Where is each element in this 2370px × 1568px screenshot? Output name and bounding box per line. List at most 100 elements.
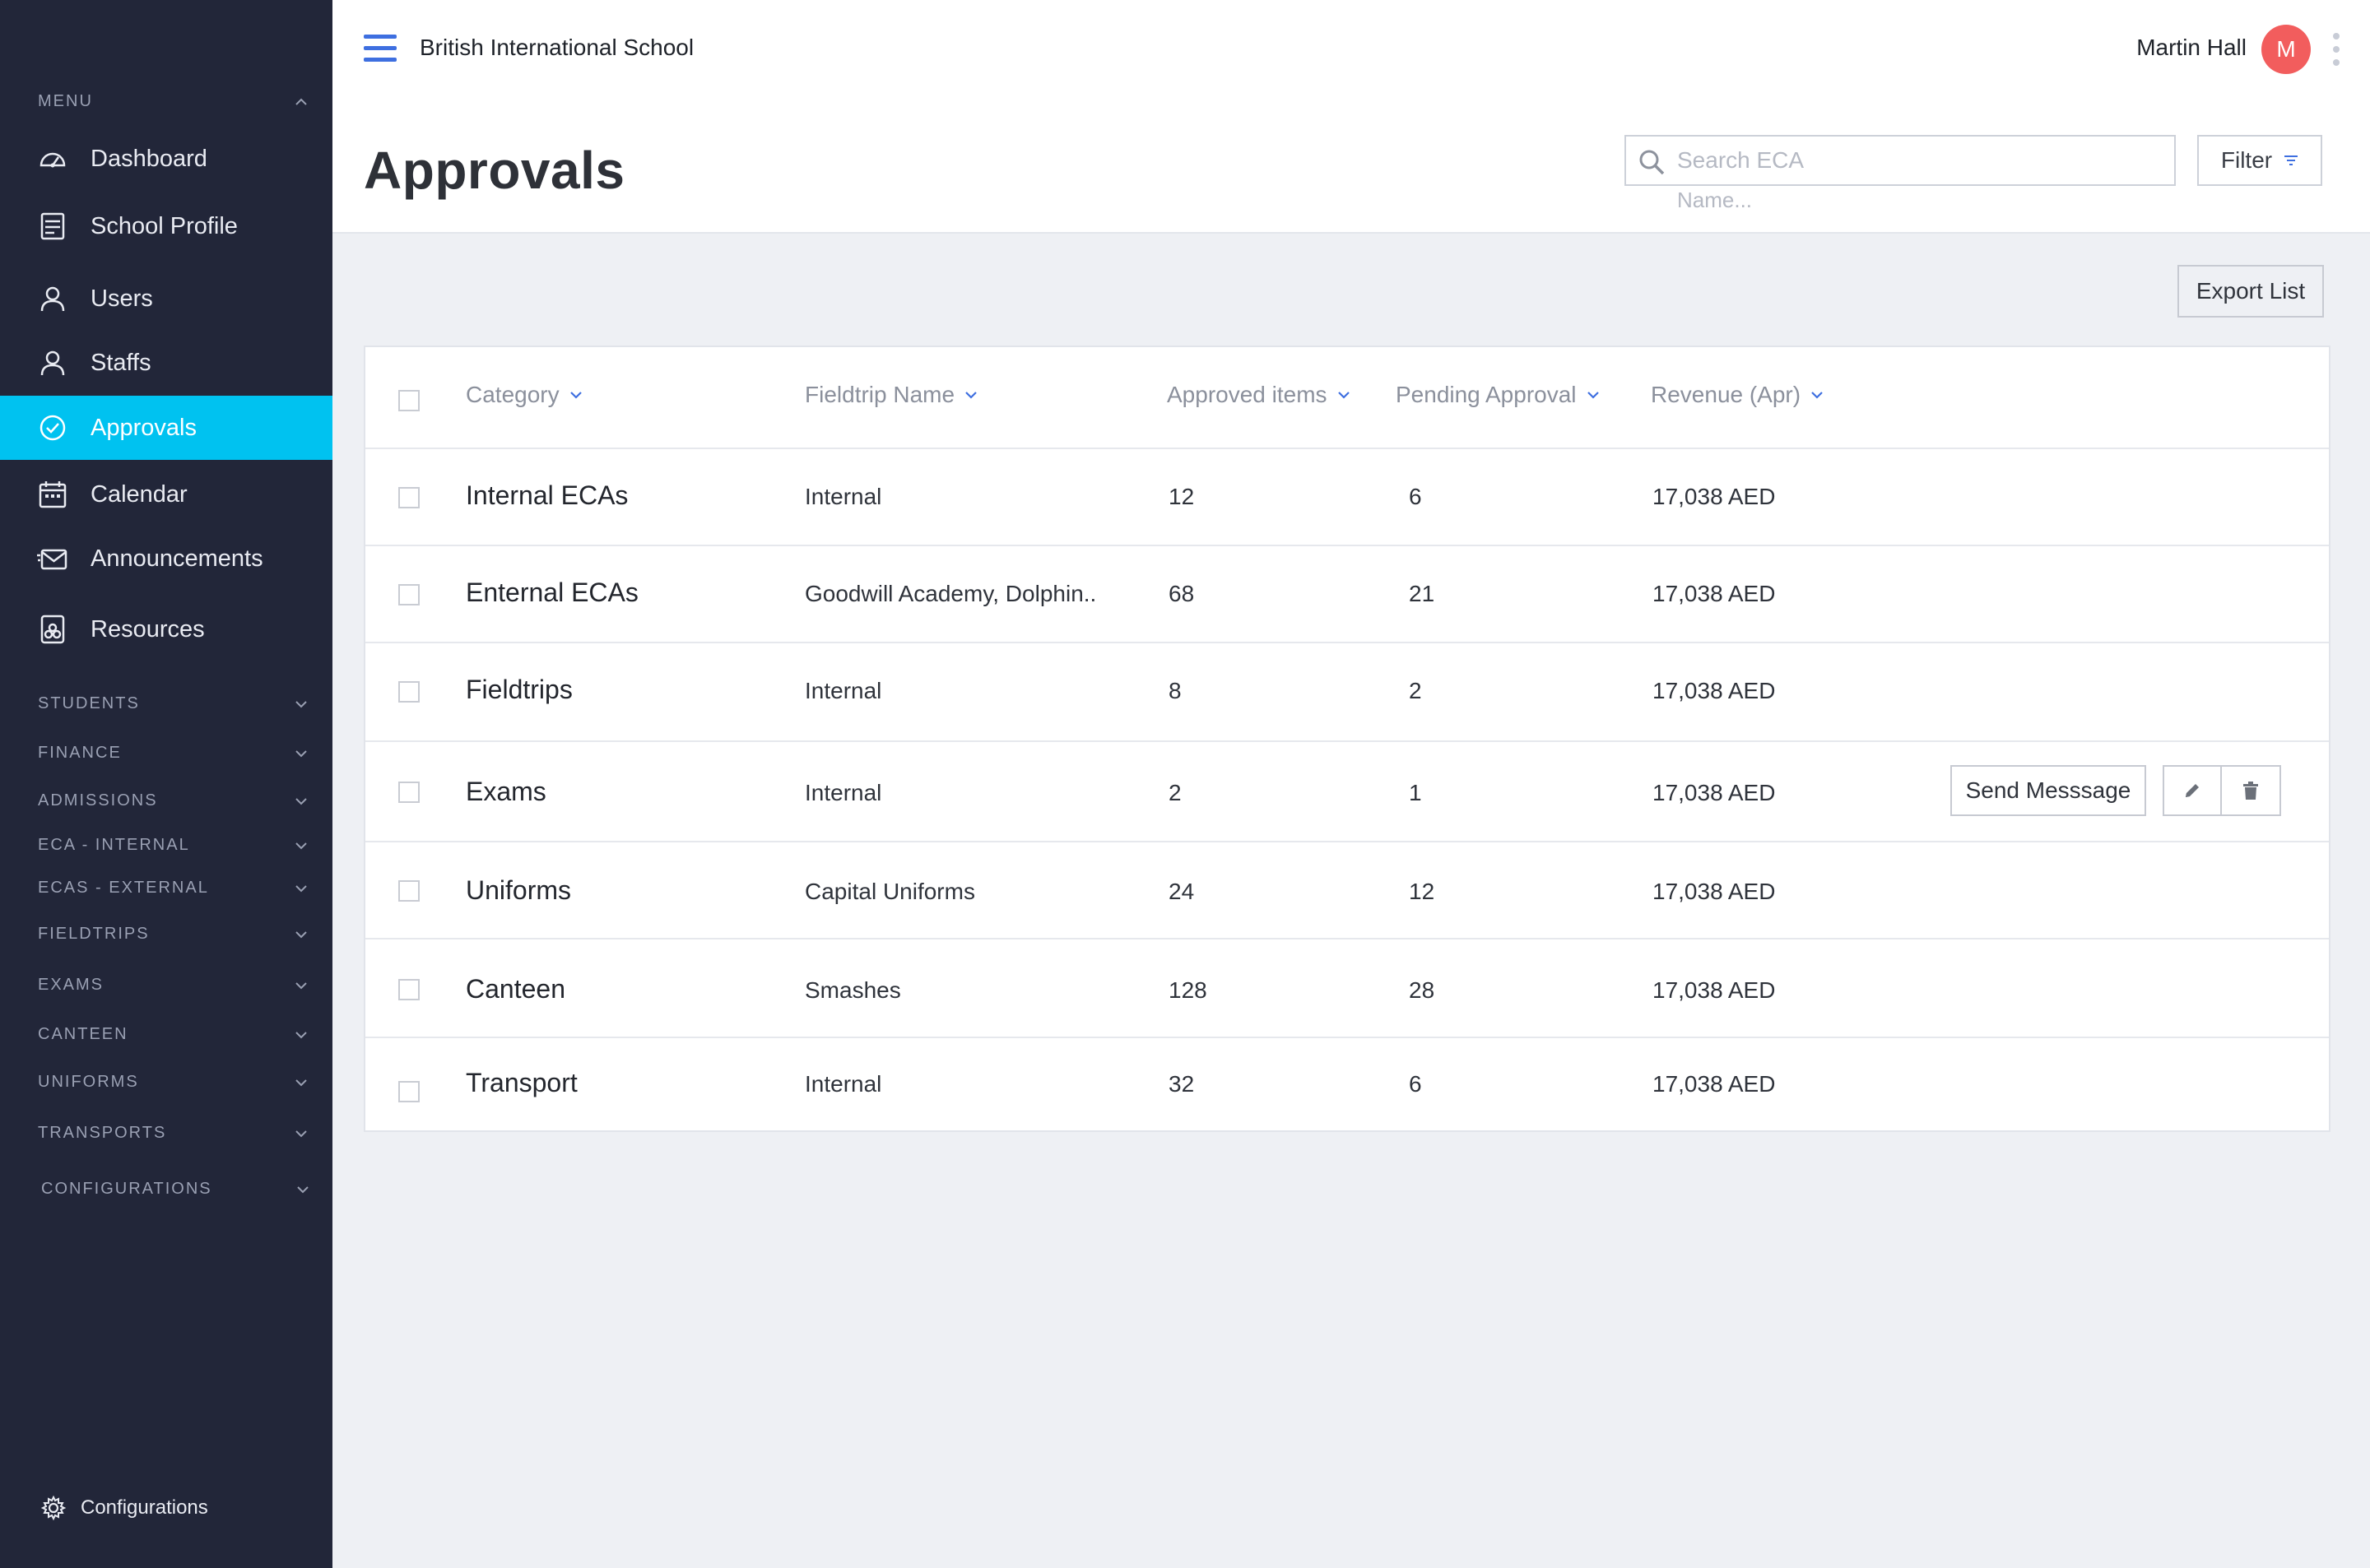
section-label: ECA - INTERNAL [38,836,190,854]
sidebar-item-calendar[interactable]: Calendar [0,462,332,527]
row-checkbox[interactable] [398,1081,420,1102]
section-label: FIELDTRIPS [38,925,150,943]
search-box[interactable] [1624,135,2176,186]
section-label: UNIFORMS [38,1073,139,1091]
column-header-revenue[interactable]: Revenue (Apr) [1651,382,1824,408]
row-checkbox[interactable] [398,681,420,703]
sidebar-item-approvals[interactable]: Approvals [0,396,332,460]
table-row[interactable]: Transport Internal 32 6 17,038 AED [365,1038,2329,1132]
section-fieldtrips[interactable]: FIELDTRIPS [38,925,308,944]
approved-cell: 32 [1169,1071,1195,1097]
sidebar-item-staffs[interactable]: Staffs [0,331,332,395]
table-row[interactable]: Fieldtrips Internal 8 2 17,038 AED [365,643,2329,742]
calendar-icon [36,478,69,511]
column-header-approved-items[interactable]: Approved items [1167,382,1350,408]
row-checkbox[interactable] [398,782,420,803]
select-all-checkbox[interactable] [398,390,420,411]
sidebar-item-dashboard[interactable]: Dashboard [0,127,332,191]
avatar[interactable]: M [2261,25,2311,74]
revenue-cell: 17,038 AED [1652,1071,1776,1097]
section-uniforms[interactable]: UNIFORMS [38,1073,308,1092]
section-transports[interactable]: TRANSPORTS [38,1124,308,1143]
delete-button[interactable] [2222,765,2281,816]
pending-cell: 6 [1409,484,1422,509]
row-checkbox[interactable] [398,584,420,605]
section-configurations[interactable]: CONFIGURATIONS [41,1180,309,1199]
column-header-category[interactable]: Category [466,382,583,408]
chevron-down-icon [295,884,307,892]
fieldtrip-cell: Smashes [805,977,901,1003]
section-exams[interactable]: EXAMS [38,976,308,995]
sidebar-item-label: Announcements [91,545,263,572]
fieldtrip-cell: Capital Uniforms [805,879,975,904]
table-row[interactable]: Uniforms Capital Uniforms 24 12 17,038 A… [365,842,2329,939]
approvals-table: Category Fieldtrip Name Approved items P… [364,346,2330,1132]
chevron-down-icon [297,1185,309,1193]
section-admissions[interactable]: ADMISSIONS [38,791,308,810]
sidebar-item-label: Approvals [91,414,197,441]
menu-section-header[interactable]: MENU [38,92,308,111]
footer-label: Configurations [81,1496,208,1519]
approved-cell: 8 [1169,678,1182,703]
send-message-button[interactable]: Send Messsage [1950,765,2146,816]
more-options-icon[interactable] [2332,33,2340,71]
hamburger-menu-icon[interactable] [364,35,398,64]
filter-button[interactable]: Filter [2197,135,2322,186]
sidebar: MENU Dashboard School Profile Users Staf… [0,0,332,1568]
category-cell: Transport [466,1068,578,1097]
table-row[interactable]: Enternal ECAs Goodwill Academy, Dolphin.… [365,546,2329,643]
user-icon [36,346,69,379]
sidebar-item-announcements[interactable]: Announcements [0,527,332,591]
section-label: TRANSPORTS [38,1124,167,1142]
chevron-down-icon [295,930,307,938]
row-checkbox[interactable] [398,880,420,902]
fieldtrip-cell: Goodwill Academy, Dolphin.. [805,581,1097,606]
fieldtrip-cell: Internal [805,484,882,509]
pending-cell: 6 [1409,1071,1422,1097]
chevron-down-icon [295,1079,307,1086]
category-cell: Exams [466,777,546,806]
column-header-fieldtrip-name[interactable]: Fieldtrip Name [805,382,978,408]
chevron-down-icon [295,700,307,707]
section-eca-internal[interactable]: ECA - INTERNAL [38,836,308,855]
section-finance[interactable]: FINANCE [38,744,308,763]
menu-section-label: MENU [38,92,93,110]
section-label: ECAS - EXTERNAL [38,879,209,897]
user-name[interactable]: Martin Hall [2136,35,2247,61]
table-row[interactable]: Exams Internal 2 1 17,038 AED Send Messs… [365,742,2329,842]
revenue-cell: 17,038 AED [1652,977,1776,1003]
resources-icon [36,613,69,646]
section-canteen[interactable]: CANTEEN [38,1025,308,1044]
sidebar-item-users[interactable]: Users [0,267,332,331]
filter-icon [2284,155,2298,165]
chevron-down-icon [295,797,307,805]
search-input[interactable] [1677,137,2163,184]
fieldtrip-cell: Internal [805,780,882,805]
revenue-cell: 17,038 AED [1652,678,1776,703]
sidebar-item-label: School Profile [91,212,238,239]
pending-cell: 28 [1409,977,1435,1003]
row-checkbox[interactable] [398,979,420,1000]
edit-button[interactable] [2163,765,2222,816]
section-students[interactable]: STUDENTS [38,694,308,713]
section-label: CONFIGURATIONS [41,1180,212,1198]
column-header-label: Category [466,382,560,407]
pending-cell: 2 [1409,678,1422,703]
section-label: EXAMS [38,976,105,994]
table-row[interactable]: Canteen Smashes 128 28 17,038 AED [365,939,2329,1038]
revenue-cell: 17,038 AED [1652,780,1776,805]
sidebar-item-resources[interactable]: Resources [0,597,332,661]
footer-configurations-link[interactable]: Configurations [40,1494,208,1522]
user-icon [36,282,69,315]
section-ecas-external[interactable]: ECAS - EXTERNAL [38,879,308,898]
column-header-pending-approval[interactable]: Pending Approval [1396,382,1600,408]
chevron-down-icon [295,981,307,989]
sidebar-item-school-profile[interactable]: School Profile [0,194,332,258]
section-label: ADMISSIONS [38,791,158,810]
row-checkbox[interactable] [398,487,420,508]
export-list-button[interactable]: Export List [2177,265,2324,318]
category-cell: Internal ECAs [466,480,629,510]
dashboard-icon [36,142,69,175]
page-title: Approvals [364,141,625,200]
table-row[interactable]: Internal ECAs Internal 12 6 17,038 AED [365,449,2329,546]
